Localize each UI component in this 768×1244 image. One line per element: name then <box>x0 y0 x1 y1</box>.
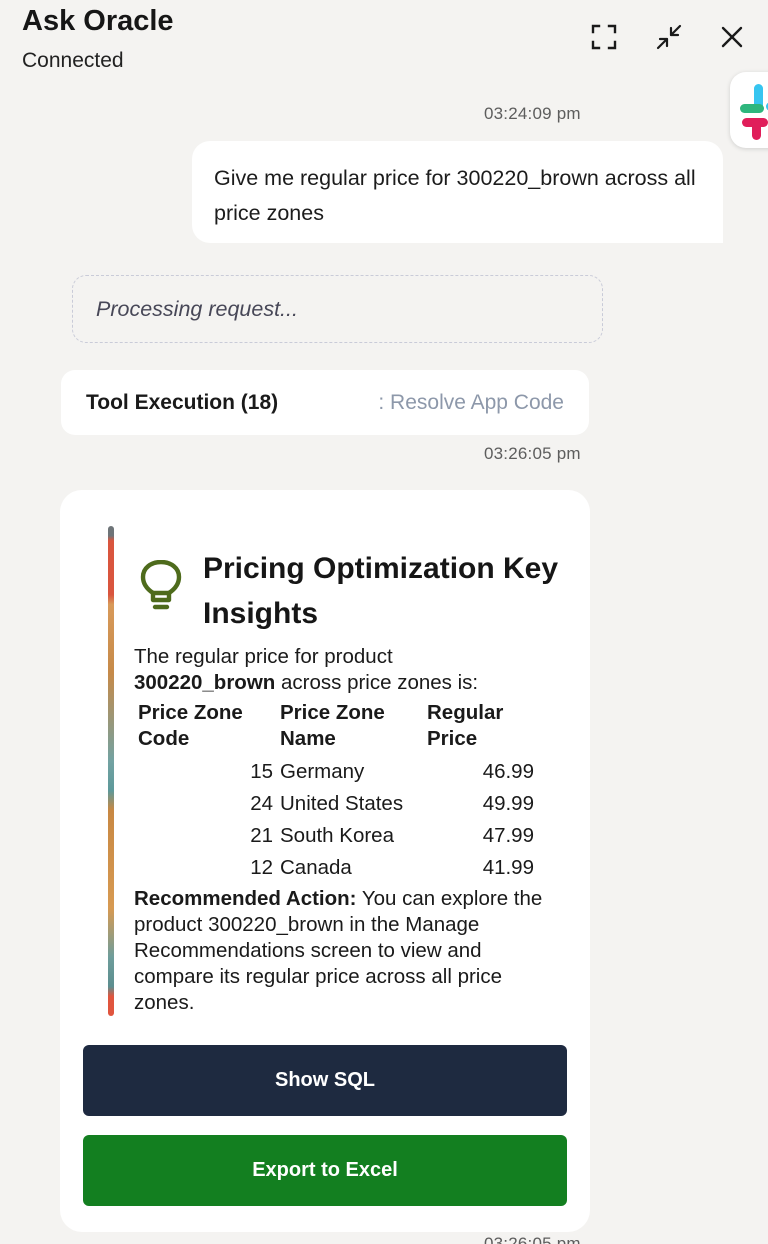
tool-execution-value: : Resolve App Code <box>378 390 564 414</box>
card-accent-stripe <box>108 526 114 1016</box>
insight-intro: The regular price for product 300220_bro… <box>134 644 534 696</box>
message-timestamp: 03:24:09 pm <box>484 104 581 123</box>
zone-name: Canada <box>280 856 352 879</box>
recommended-action: Recommended Action: You can explore the … <box>134 886 544 1016</box>
collapse-icon[interactable] <box>651 19 687 55</box>
slack-icon <box>740 84 768 140</box>
zone-code: 15 <box>250 760 273 783</box>
zone-code: 21 <box>250 824 273 847</box>
tool-execution-panel[interactable]: Tool Execution (18) : Resolve App Code <box>61 370 589 435</box>
lightbulb-icon <box>140 560 182 610</box>
export-to-excel-button[interactable]: Export to Excel <box>83 1135 567 1206</box>
recommended-label: Recommended Action: <box>134 887 357 910</box>
insight-title: Pricing Optimization Key Insights <box>203 552 559 630</box>
table-row: 21 South Korea 47.99 <box>134 820 538 852</box>
regular-price: 49.99 <box>482 792 534 815</box>
regular-price: 41.99 <box>482 856 534 879</box>
processing-indicator: Processing request... <box>72 275 603 343</box>
connection-status: Connected <box>22 49 124 72</box>
table-row: 15 Germany 46.99 <box>134 756 538 788</box>
column-header-name: Price Zone Name <box>280 701 385 750</box>
show-sql-button[interactable]: Show SQL <box>83 1045 567 1116</box>
column-header-code: Price Zone Code <box>138 701 243 750</box>
zone-name: United States <box>280 792 404 815</box>
table-row: 12 Canada 41.99 <box>134 852 538 884</box>
zone-code: 24 <box>250 792 273 815</box>
user-message-bubble: Give me regular price for 300220_brown a… <box>192 141 723 243</box>
zone-name: Germany <box>280 760 365 783</box>
zone-code: 12 <box>250 856 273 879</box>
page-title: Ask Oracle <box>22 5 174 37</box>
regular-price: 46.99 <box>482 760 534 783</box>
message-timestamp: 03:26:05 pm <box>484 1234 581 1244</box>
column-header-price: Regular Price <box>427 701 504 750</box>
message-timestamp: 03:26:05 pm <box>484 444 581 463</box>
zone-name: South Korea <box>280 824 394 847</box>
insight-card: Pricing Optimization Key Insights The re… <box>60 490 590 1232</box>
close-icon[interactable] <box>714 19 750 55</box>
product-code: 300220_brown <box>134 671 276 694</box>
intro-text-suffix: across price zones is: <box>275 671 479 694</box>
slack-launcher[interactable] <box>730 72 768 148</box>
table-row: 24 United States 49.99 <box>134 788 538 820</box>
expand-icon[interactable] <box>586 19 622 55</box>
processing-text: Processing request... <box>96 296 298 321</box>
intro-text: The regular price for product <box>134 645 393 668</box>
price-table: Price Zone Code Price Zone Name Regular … <box>134 700 538 884</box>
regular-price: 47.99 <box>482 824 534 847</box>
tool-execution-label: Tool Execution (18) <box>86 390 279 414</box>
